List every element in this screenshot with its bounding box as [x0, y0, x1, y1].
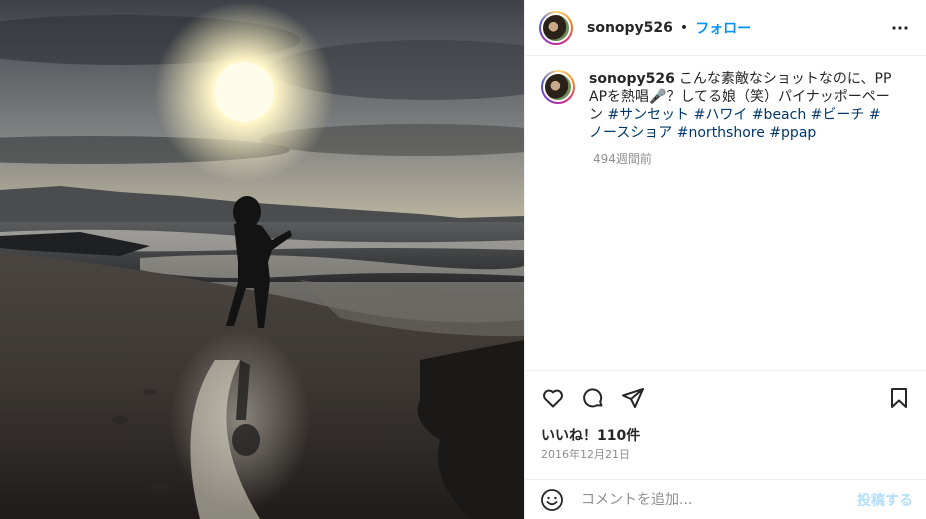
- more-horizontal-icon[interactable]: [888, 16, 912, 40]
- follow-button[interactable]: フォロー: [695, 18, 751, 38]
- post-date: 2016年12月21日: [541, 448, 630, 461]
- action-bar: [525, 370, 926, 424]
- comment-icon[interactable]: [579, 384, 607, 412]
- post-comment-button[interactable]: 投稿する: [857, 490, 913, 510]
- hashtag[interactable]: #ビーチ: [811, 107, 865, 123]
- post-side-panel: sonopy526 • フォロー sonopy526 こんな素敵なショットなのに、…: [524, 0, 926, 519]
- beach-sunset-photo: [0, 0, 524, 519]
- username-link[interactable]: sonopy526: [587, 20, 673, 36]
- hashtag[interactable]: #ppap: [769, 125, 816, 141]
- post-photo[interactable]: [0, 0, 524, 519]
- likes-count[interactable]: いいね！110件: [541, 425, 640, 445]
- hashtag[interactable]: #サンセット: [607, 107, 689, 123]
- paper-plane-icon[interactable]: [619, 384, 647, 412]
- avatar[interactable]: [539, 10, 573, 45]
- caption-text: sonopy526 こんな素敵なショットなのに、PPAPを熱唱🎤？してる娘（笑）パ…: [589, 70, 894, 142]
- separator-dot: •: [679, 19, 689, 36]
- caption-username[interactable]: sonopy526: [589, 71, 675, 87]
- caption-section: sonopy526 こんな素敵なショットなのに、PPAPを熱唱🎤？してる娘（笑）パ…: [525, 56, 926, 370]
- hashtag[interactable]: #beach: [752, 107, 806, 123]
- heart-icon[interactable]: [539, 384, 567, 412]
- comment-bar: 投稿する: [525, 479, 926, 519]
- post-header: sonopy526 • フォロー: [525, 0, 926, 56]
- comment-input[interactable]: [579, 490, 833, 509]
- caption-time-ago[interactable]: 494週間前: [593, 150, 911, 167]
- bookmark-icon[interactable]: [885, 384, 913, 412]
- caption-avatar[interactable]: [541, 70, 575, 104]
- hashtag[interactable]: #northshore: [677, 125, 765, 141]
- emoji-icon[interactable]: [539, 487, 565, 513]
- hashtag[interactable]: #ハワイ: [694, 107, 748, 123]
